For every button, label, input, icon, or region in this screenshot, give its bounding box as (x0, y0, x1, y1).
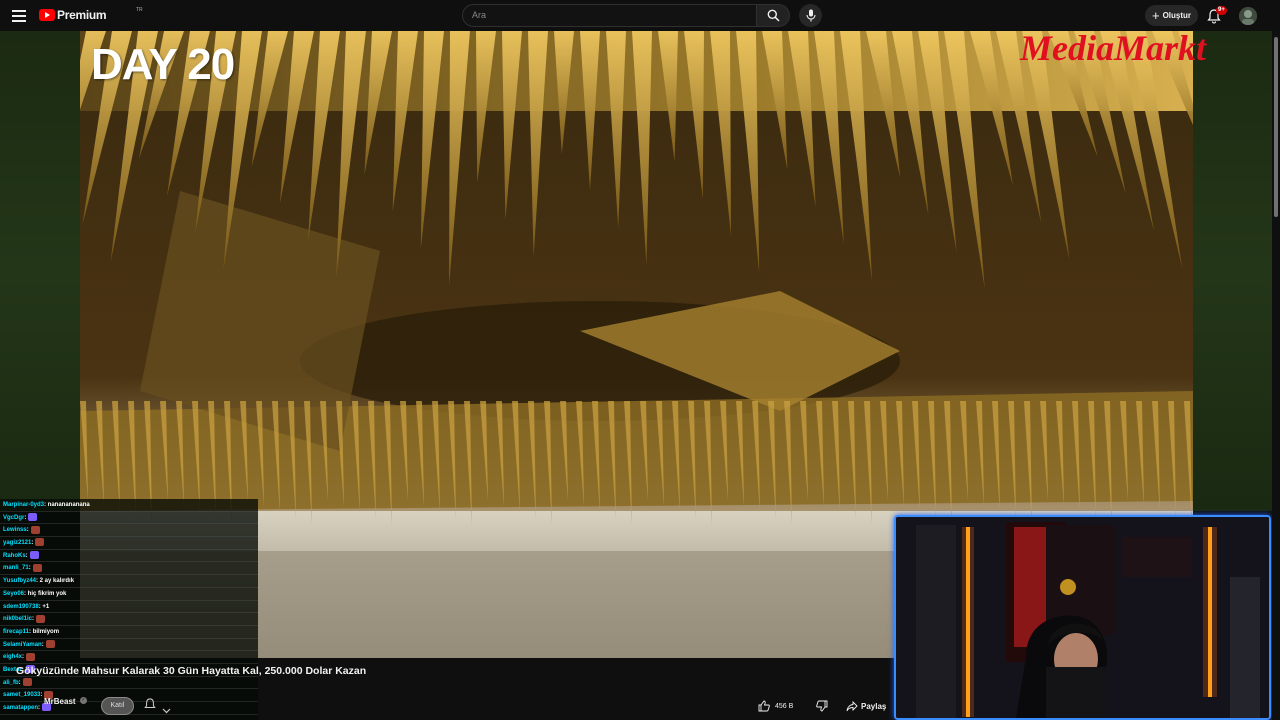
video-title: Gökyüzünde Mahsur Kalarak 30 Gün Hayatta… (16, 665, 366, 677)
dislike-button[interactable] (814, 698, 830, 714)
chat-message: firecap11: bilmiyom (0, 626, 258, 639)
chat-username[interactable]: manli_71 (3, 565, 29, 571)
chat-message: yagiz2121: (0, 537, 258, 550)
chat-text: : (41, 641, 44, 648)
stream-chat-overlay: Marpinar-0yd3: nananananana VgcDgr: Lewins… (0, 499, 258, 720)
plus-icon: + (1151, 7, 1160, 23)
chevron-down-icon[interactable] (162, 701, 172, 714)
chat-text: : hiç fikrim yok (24, 590, 67, 597)
chat-username[interactable]: SelamiYaman (3, 642, 42, 648)
create-button[interactable]: + Oluştur (1145, 5, 1198, 26)
chat-username[interactable]: yagiz2121 (3, 540, 31, 546)
chat-username[interactable]: Marpinar-0yd3 (3, 502, 44, 508)
join-button[interactable]: Katıl (101, 697, 134, 715)
chat-username[interactable]: samet_19033 (3, 692, 40, 698)
create-label: Oluştur (1162, 11, 1192, 20)
chat-text: : (31, 540, 34, 547)
chat-message: eigh4x: (0, 651, 258, 664)
chat-message: Marpinar-0yd3: nananananana (0, 499, 258, 512)
youtube-premium-logo[interactable]: Premium TR (39, 7, 143, 22)
subscription-bell-button[interactable] (144, 698, 158, 712)
search-input[interactable]: Ara (462, 4, 757, 27)
chat-message: Lewinss: (0, 524, 258, 538)
chat-username[interactable]: RahoKs (3, 553, 26, 559)
chat-username[interactable]: samatappen (3, 705, 38, 711)
youtube-app: Premium TR Ara + Oluştur 9+ DAY 20 Media… (0, 0, 1280, 720)
chat-username[interactable]: Seyo06 (3, 591, 24, 597)
brand-logo-text: MediaMarkt (1019, 28, 1207, 68)
chat-message: Seyo06: hiç fikrim yok (0, 588, 258, 601)
chat-message: nik0bel1ic: (0, 613, 258, 626)
voice-search-button[interactable] (799, 4, 822, 27)
video-overlay-day-text: DAY 20 (91, 40, 235, 89)
share-button[interactable]: Paylaş (846, 697, 892, 715)
video-title-main: Gökyüzünde Mahsur Kalarak 30 Gün Hayatta… (16, 665, 265, 677)
chat-emote-icon (36, 614, 46, 623)
chat-text: : +1 (38, 603, 50, 610)
chat-text: : (32, 616, 35, 623)
chat-text: : nananananana (44, 502, 90, 508)
chat-username[interactable]: nik0bel1ic (3, 616, 32, 622)
thumbs-down-icon (816, 700, 828, 712)
chat-username[interactable]: firecap11 (3, 629, 29, 635)
logo-region: TR (136, 7, 143, 13)
top-bar: Premium TR Ara + Oluştur 9+ (0, 0, 1280, 31)
youtube-play-icon (39, 9, 55, 21)
chat-text: : (24, 514, 27, 521)
notification-badge: 9+ (1216, 6, 1227, 15)
account-avatar[interactable] (1239, 7, 1257, 25)
video-title-prize: 250.000 Dolar Kazan (264, 665, 367, 677)
share-icon (846, 700, 858, 711)
chat-emote-icon (22, 678, 32, 687)
bell-outline-icon (144, 698, 156, 709)
chat-message: sdem190738: +1 (0, 601, 258, 614)
chat-username[interactable]: VgcDgr (3, 515, 24, 521)
share-label: Paylaş (861, 701, 887, 711)
like-button[interactable]: 456 B (758, 697, 806, 715)
chat-username[interactable]: Lewinss (3, 527, 27, 533)
chat-username[interactable]: Yusufbyz44 (3, 578, 36, 584)
chat-text: : (28, 565, 31, 572)
webcam-frame (896, 517, 1269, 718)
like-count: 456 B (775, 702, 794, 710)
mic-icon (805, 9, 816, 22)
page-scrollbar[interactable] (1272, 31, 1280, 720)
chat-message: Yusufbyz44: 2 ay kalırdık (0, 575, 258, 588)
chat-text: : (26, 527, 29, 534)
chat-message: RahoKs: (0, 550, 258, 563)
search-button[interactable] (756, 4, 790, 27)
scrollbar-thumb[interactable] (1274, 37, 1278, 217)
chat-message: VgcDgr: (0, 512, 258, 525)
chat-text: : (18, 679, 21, 686)
chat-emote-icon (30, 525, 40, 534)
channel-name[interactable]: MrBeast (44, 697, 76, 706)
logo-text: Premium (57, 8, 107, 22)
chat-message: ali_fb: (0, 677, 258, 690)
chat-emote-icon (45, 639, 55, 648)
thumbs-up-icon (758, 700, 770, 712)
chat-text: : (40, 692, 43, 699)
chat-emote-icon (29, 551, 39, 560)
search-icon (767, 9, 780, 22)
verified-icon: ✓ (80, 697, 87, 704)
chat-emote-icon (35, 538, 45, 547)
ambient-right (1193, 31, 1273, 511)
avatar-image (1239, 7, 1257, 25)
chat-text: : (25, 552, 28, 559)
menu-icon[interactable] (10, 7, 28, 25)
chat-username[interactable]: sdem190738 (3, 604, 39, 610)
chat-text: : bilmiyom (29, 628, 60, 635)
chat-emote-icon (28, 513, 38, 522)
chat-username[interactable]: ali_fb (3, 680, 19, 686)
chat-text: : (22, 654, 25, 661)
chat-username[interactable]: eigh4x (3, 654, 22, 660)
chat-text: : (38, 705, 41, 711)
ambient-left (0, 31, 80, 511)
chat-text: : 2 ay kalırdık (36, 578, 75, 585)
chat-message: SelamiYaman: (0, 639, 258, 652)
chat-emote-icon (26, 652, 36, 661)
chat-emote-icon (32, 563, 42, 572)
chat-message: manli_71: (0, 562, 258, 576)
streamer-webcam-overlay (894, 515, 1271, 720)
